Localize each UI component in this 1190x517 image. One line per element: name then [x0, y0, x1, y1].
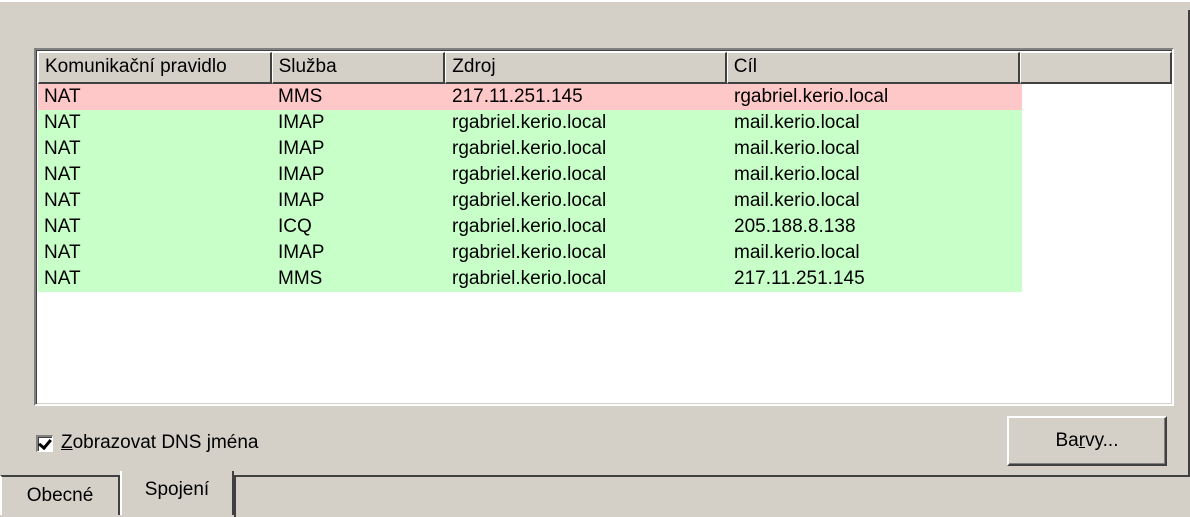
cell-source: rgabriel.kerio.local	[452, 138, 607, 159]
table-row[interactable]: NAT IMAP rgabriel.kerio.local mail.kerio.lo…	[38, 110, 1022, 136]
cell-rule: NAT	[44, 112, 81, 133]
colors-button[interactable]: Ba r vy...	[1007, 416, 1167, 466]
cell-target: 205.188.8.138	[734, 216, 856, 237]
table-row[interactable]: NAT ICQ rgabriel.kerio.local 205.188.8.138	[38, 214, 1022, 240]
cell-rule: NAT	[44, 242, 81, 263]
cell-target: mail.kerio.local	[734, 190, 860, 211]
colors-button-label-start: Ba	[1055, 430, 1079, 451]
dns-names-checkbox-control[interactable]: Zobrazovat DNS jména	[36, 432, 258, 454]
cell-target: mail.kerio.local	[734, 112, 860, 133]
cell-service: IMAP	[278, 138, 325, 159]
dns-names-label: Zobrazovat DNS jména	[61, 432, 259, 453]
cell-source: rgabriel.kerio.local	[452, 268, 607, 289]
cell-source: rgabriel.kerio.local	[452, 112, 607, 133]
cell-service: IMAP	[278, 242, 325, 263]
table-row[interactable]: NAT IMAP rgabriel.kerio.local mail.kerio.lo…	[38, 136, 1022, 162]
table-row[interactable]: NAT MMS 217.11.251.145 rgabriel.kerio.local	[38, 84, 1022, 110]
cell-target: rgabriel.kerio.local	[734, 86, 889, 107]
cell-target: mail.kerio.local	[734, 138, 860, 159]
cell-source: 217.11.251.145	[452, 86, 583, 107]
tab-bar: Obecné Spojení	[0, 471, 1190, 517]
cell-service: IMAP	[278, 164, 325, 185]
cell-source: rgabriel.kerio.local	[452, 190, 607, 211]
cell-service: MMS	[278, 86, 323, 107]
table-row[interactable]: NAT IMAP rgabriel.kerio.local mail.kerio.lo…	[38, 162, 1022, 188]
cell-rule: NAT	[44, 138, 81, 159]
column-header-service[interactable]: Služba	[271, 52, 446, 84]
cell-target: 217.11.251.145	[734, 268, 865, 289]
cell-source: rgabriel.kerio.local	[452, 164, 607, 185]
cell-service: IMAP	[278, 112, 325, 133]
cell-source: rgabriel.kerio.local	[452, 216, 607, 237]
tab-connections[interactable]: Spojení	[120, 471, 234, 515]
cell-rule: NAT	[44, 216, 81, 237]
listview-header: Komunikační pravidlo Služba Zdroj Cíl	[38, 52, 1172, 84]
connections-panel: Komunikační pravidlo Služba Zdroj Cíl NA…	[0, 10, 1190, 475]
colors-button-label-end: vy...	[1085, 430, 1119, 451]
column-header-extra[interactable]	[1020, 52, 1172, 84]
column-header-source[interactable]: Zdroj	[445, 52, 727, 84]
cell-rule: NAT	[44, 268, 81, 289]
cell-service: IMAP	[278, 190, 325, 211]
tab-general[interactable]: Obecné	[0, 475, 120, 515]
table-row[interactable]: NAT MMS rgabriel.kerio.local 217.11.251.145	[38, 266, 1022, 292]
column-header-rule[interactable]: Komunikační pravidlo	[38, 52, 272, 84]
cell-target: mail.kerio.local	[734, 164, 860, 185]
dns-names-checkbox[interactable]	[36, 434, 53, 452]
cell-target: mail.kerio.local	[734, 242, 860, 263]
cell-rule: NAT	[44, 190, 81, 211]
listview-rows: NAT MMS 217.11.251.145 rgabriel.kerio.local…	[38, 84, 1022, 292]
table-row[interactable]: NAT IMAP rgabriel.kerio.local mail.kerio.lo…	[38, 240, 1022, 266]
connections-listview[interactable]: Komunikační pravidlo Služba Zdroj Cíl NA…	[34, 48, 1174, 406]
cell-service: ICQ	[278, 216, 312, 237]
cell-source: rgabriel.kerio.local	[452, 242, 607, 263]
column-header-target[interactable]: Cíl	[726, 52, 1021, 84]
cell-rule: NAT	[44, 164, 81, 185]
tab-bar-fill	[234, 475, 1190, 517]
table-row[interactable]: NAT IMAP rgabriel.kerio.local mail.kerio.lo…	[38, 188, 1022, 214]
cell-service: MMS	[278, 268, 323, 289]
top-separator	[0, 0, 1190, 12]
cell-rule: NAT	[44, 86, 81, 107]
